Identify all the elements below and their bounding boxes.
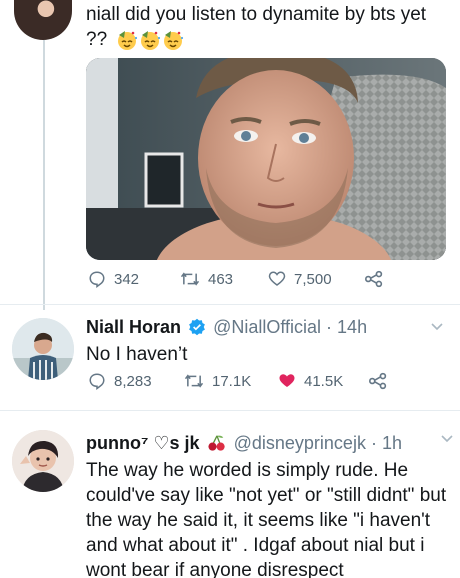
chevron-down-icon[interactable]: [430, 322, 444, 332]
tweet-header: punno⁷ ♡s jk @disneyprincejk · 1h: [86, 432, 402, 454]
tweet-actions: 8,283 17.1K 41.5K: [88, 372, 388, 390]
tweet-divider: [0, 410, 460, 411]
retweet-button[interactable]: 463: [180, 270, 268, 288]
retweet-icon: [180, 272, 200, 286]
user-handle[interactable]: @disneyprincejk: [234, 433, 366, 453]
user-handle[interactable]: @NiallOfficial: [213, 317, 321, 337]
reply-icon: [89, 373, 105, 390]
reply-icon: [89, 271, 105, 288]
reply-button[interactable]: 342: [88, 270, 180, 288]
avatar-illustration: [12, 430, 74, 492]
tweet-text: The way he worded is simply rude. He cou…: [86, 460, 447, 578]
tweet-header: Niall Horan @NiallOfficial · 14h: [86, 316, 367, 338]
tweet-text: niall did you listen to dynamite by bts …: [86, 2, 446, 52]
partying-face-icon: [141, 31, 161, 51]
retweet-button[interactable]: 17.1K: [184, 372, 278, 390]
like-count: 41.5K: [304, 372, 344, 390]
share-button[interactable]: [364, 270, 384, 288]
share-icon: [369, 372, 387, 390]
tweet-time[interactable]: · 1h: [371, 433, 402, 453]
reply-count: 342: [114, 270, 140, 288]
reply-count: 8,283: [114, 372, 152, 390]
like-button[interactable]: 41.5K: [278, 372, 368, 390]
chevron-down-icon[interactable]: [440, 434, 454, 444]
reply-button[interactable]: 8,283: [88, 372, 184, 390]
tweet-actions: 342 463 7,500: [88, 270, 384, 288]
avatar[interactable]: [12, 318, 74, 380]
photo-illustration: [86, 58, 446, 260]
retweet-count: 463: [208, 270, 234, 288]
retweet-icon: [184, 374, 204, 388]
tweet-media-photo[interactable]: [86, 58, 446, 260]
cherries-icon: [208, 435, 225, 451]
retweet-count: 17.1K: [212, 372, 252, 390]
avatar-illustration: [12, 318, 74, 380]
like-count: 7,500: [294, 270, 332, 288]
avatar[interactable]: [14, 0, 72, 40]
share-button[interactable]: [368, 372, 388, 390]
like-button[interactable]: 7,500: [268, 270, 364, 288]
tweet-time[interactable]: · 14h: [326, 317, 367, 337]
tweet-divider: [0, 304, 460, 305]
heart-filled-icon: [279, 374, 295, 387]
partying-face-icon: [118, 31, 138, 51]
tweet-text: No I haven’t: [86, 344, 188, 365]
partying-face-icon: [164, 31, 184, 51]
thread-connector-line: [43, 40, 45, 310]
share-icon: [365, 270, 383, 288]
heart-outline-icon: [268, 271, 286, 286]
verified-badge-icon: [189, 318, 205, 336]
display-name[interactable]: punno⁷ ♡s jk: [86, 433, 200, 453]
emoji-group: [116, 27, 185, 52]
display-name[interactable]: Niall Horan: [86, 317, 181, 337]
avatar[interactable]: [12, 430, 74, 492]
